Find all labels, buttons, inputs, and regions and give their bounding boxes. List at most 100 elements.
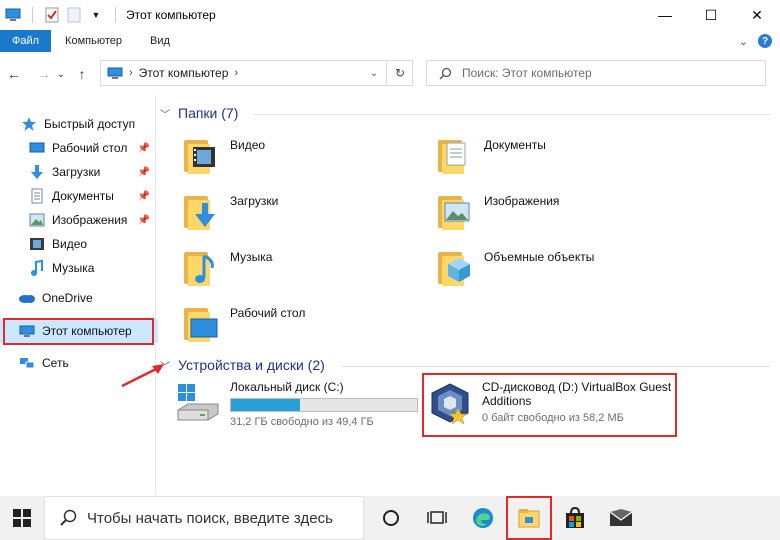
drive-c[interactable]: Локальный диск (C:) 31,2 ГБ свободно из … [174, 380, 418, 428]
nav-pictures[interactable]: Изображения 📌 [0, 208, 158, 232]
nav-onedrive[interactable]: OneDrive [0, 286, 158, 310]
folder-label: Рабочий стол [230, 306, 306, 320]
download-icon [28, 164, 46, 180]
video-icon [28, 236, 46, 252]
music-icon [28, 260, 46, 276]
nav-label: Загрузки [52, 165, 101, 179]
search-box[interactable]: Поиск: Этот компьютер [426, 60, 766, 86]
pictures-folder-icon [434, 190, 478, 234]
address-bar[interactable]: › Этот компьютер › ⌄ [100, 60, 413, 86]
pictures-icon [28, 212, 46, 228]
pin-icon[interactable]: 📌 [138, 143, 150, 154]
minimize-button[interactable]: — [642, 0, 688, 30]
quick-access-toolbar: ▼ Этот компьютер [0, 0, 216, 30]
maximize-button[interactable]: ☐ [688, 0, 734, 30]
help-icon[interactable]: ? [758, 34, 772, 48]
network-icon [18, 355, 36, 371]
taskbar-search-box[interactable]: Чтобы начать поиск, введите здесь [44, 496, 364, 540]
folder-video[interactable]: Видео [180, 134, 265, 178]
folder-label: Видео [230, 138, 266, 152]
nav-quick-access[interactable]: Быстрый доступ [0, 112, 158, 136]
drive-free-space: 31,2 ГБ свободно из 49,4 ГБ [230, 416, 374, 428]
drive-usage-fill [231, 399, 300, 411]
section-title: Папки (7) [178, 105, 239, 121]
folder-label: Объемные объекты [484, 250, 595, 264]
folder-3d-objects[interactable]: Объемные объекты [434, 246, 594, 290]
folder-music[interactable]: Музыка [180, 246, 272, 290]
nav-label: Документы [52, 189, 114, 203]
desktop-folder-icon [180, 302, 224, 346]
nav-label: Изображения [52, 213, 128, 227]
star-icon [20, 116, 38, 132]
computer-icon [107, 67, 123, 79]
new-folder-icon[interactable] [65, 6, 83, 24]
nav-label: Быстрый доступ [44, 117, 136, 131]
breadcrumb-separator[interactable]: › [234, 67, 238, 79]
file-explorer-icon[interactable] [506, 496, 552, 540]
store-icon[interactable] [552, 496, 598, 540]
downloads-folder-icon [180, 190, 224, 234]
breadcrumb-separator[interactable]: › [129, 67, 133, 79]
folder-label: Документы [484, 138, 546, 152]
drives-section-header[interactable]: ﹀ Устройства и диски (2) [160, 357, 325, 373]
taskbar-search-placeholder: Чтобы начать поиск, введите здесь [87, 509, 333, 527]
close-button[interactable]: ✕ [734, 0, 780, 30]
search-icon [60, 509, 77, 526]
nav-video[interactable]: Видео [0, 232, 158, 256]
properties-icon[interactable] [43, 6, 61, 24]
folder-pictures[interactable]: Изображения [434, 190, 559, 234]
nav-label: OneDrive [42, 291, 93, 305]
ribbon-tabs: Файл Компьютер Вид ⌄ ? [0, 30, 780, 52]
customize-toolbar-icon[interactable]: ▼ [87, 6, 105, 24]
expand-ribbon-icon[interactable]: ⌄ [739, 35, 748, 48]
back-button[interactable]: ← [4, 60, 24, 88]
window-controls: — ☐ ✕ [642, 0, 780, 30]
nav-label: Сеть [42, 356, 69, 370]
task-view-icon[interactable] [414, 496, 460, 540]
chevron-down-icon: ﹀ [160, 361, 170, 373]
folder-desktop[interactable]: Рабочий стол [180, 302, 305, 346]
tab-computer[interactable]: Компьютер [51, 30, 136, 52]
folder-documents[interactable]: Документы [434, 134, 546, 178]
recent-locations-button[interactable]: ⌄ [54, 60, 68, 88]
chevron-down-icon: ﹀ [160, 109, 170, 121]
cloud-icon [18, 290, 36, 306]
folder-downloads[interactable]: Загрузки [180, 190, 278, 234]
folder-label: Загрузки [230, 194, 279, 208]
mail-icon[interactable] [598, 496, 644, 540]
computer-icon[interactable] [4, 6, 22, 24]
pin-icon[interactable]: 📌 [138, 191, 150, 202]
nav-documents[interactable]: Документы 📌 [0, 184, 158, 208]
address-row: ← → ⌄ ↑ › Этот компьютер › ⌄ ↻ Поиск: Эт… [0, 58, 780, 90]
drive-name: Локальный диск (C:) [230, 380, 344, 394]
up-button[interactable]: ↑ [72, 60, 92, 88]
tab-view[interactable]: Вид [136, 30, 184, 52]
nav-downloads[interactable]: Загрузки 📌 [0, 160, 158, 184]
folder-label: Музыка [230, 250, 273, 264]
documents-folder-icon [434, 134, 478, 178]
folder-label: Изображения [484, 194, 560, 208]
folders-section-header[interactable]: ﹀ Папки (7) [160, 105, 238, 121]
local-disk-icon [174, 380, 220, 426]
refresh-button[interactable]: ↻ [386, 60, 413, 86]
pin-icon[interactable]: 📌 [138, 215, 150, 226]
address-dropdown-button[interactable]: ⌄ [364, 68, 384, 79]
nav-label: Видео [52, 237, 88, 251]
windows-start-icon[interactable] [0, 496, 44, 540]
tab-file[interactable]: Файл [0, 30, 52, 52]
nav-music[interactable]: Музыка [0, 256, 158, 280]
section-title: Устройства и диски (2) [178, 357, 325, 373]
nav-desktop[interactable]: Рабочий стол 📌 [0, 136, 158, 160]
breadcrumb-this-pc[interactable]: Этот компьютер [139, 66, 229, 80]
video-folder-icon [180, 134, 224, 178]
pin-icon[interactable]: 📌 [138, 167, 150, 178]
cortana-icon[interactable] [368, 496, 414, 540]
section-divider [254, 114, 770, 115]
forward-button[interactable]: → [34, 60, 54, 88]
search-icon [439, 67, 452, 80]
edge-icon[interactable] [460, 496, 506, 540]
title-bar: ▼ Этот компьютер — ☐ ✕ [0, 0, 780, 30]
highlight-cd-drive [422, 373, 677, 437]
nav-label: Рабочий стол [52, 141, 128, 155]
navigation-pane: Быстрый доступ Рабочий стол 📌 Загрузки 📌… [0, 104, 160, 494]
